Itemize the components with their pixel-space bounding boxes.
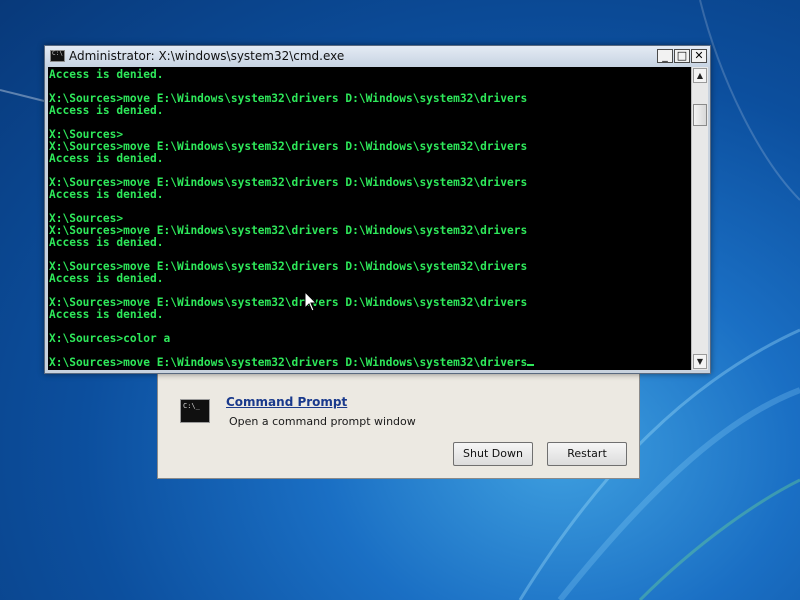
vertical-scrollbar[interactable]: ▲ ▼ [691,67,708,370]
cmd-window-title: Administrator: X:\windows\system32\cmd.e… [69,49,345,63]
console-line: Access is denied. [49,152,164,165]
console-line: X:\Sources>move E:\Windows\system32\driv… [49,356,528,369]
console-output[interactable]: Access is denied. X:\Sources>move E:\Win… [48,67,691,370]
scroll-thumb[interactable] [693,104,707,126]
scroll-up-arrow-icon[interactable]: ▲ [693,68,707,83]
text-cursor [527,364,535,366]
cmd-title-bar[interactable]: C:\ Administrator: X:\windows\system32\c… [45,46,710,67]
command-prompt-link[interactable]: Command Prompt [226,395,347,409]
maximize-button[interactable]: □ [674,49,690,63]
console-line: X:\Sources>color a [49,332,171,345]
shut-down-button[interactable]: Shut Down [453,442,533,466]
console-line: Access is denied. [49,68,164,81]
system-recovery-options-dialog: C:\_ Command Prompt Open a command promp… [157,368,640,479]
cmd-window: C:\ Administrator: X:\windows\system32\c… [44,45,711,374]
console-line: Access is denied. [49,104,164,117]
console-line: Access is denied. [49,236,164,249]
command-prompt-icon[interactable]: C:\_ [180,399,210,423]
console-text: Access is denied. X:\Sources>move E:\Win… [48,67,691,369]
console-line: Access is denied. [49,272,164,285]
scroll-down-arrow-icon[interactable]: ▼ [693,354,707,369]
restart-button[interactable]: Restart [547,442,627,466]
command-prompt-description: Open a command prompt window [229,415,416,428]
minimize-button[interactable]: _ [657,49,673,63]
cmd-app-icon[interactable]: C:\ [50,50,65,62]
console-line: Access is denied. [49,188,164,201]
console-line: Access is denied. [49,308,164,321]
close-button[interactable]: ✕ [691,49,707,63]
